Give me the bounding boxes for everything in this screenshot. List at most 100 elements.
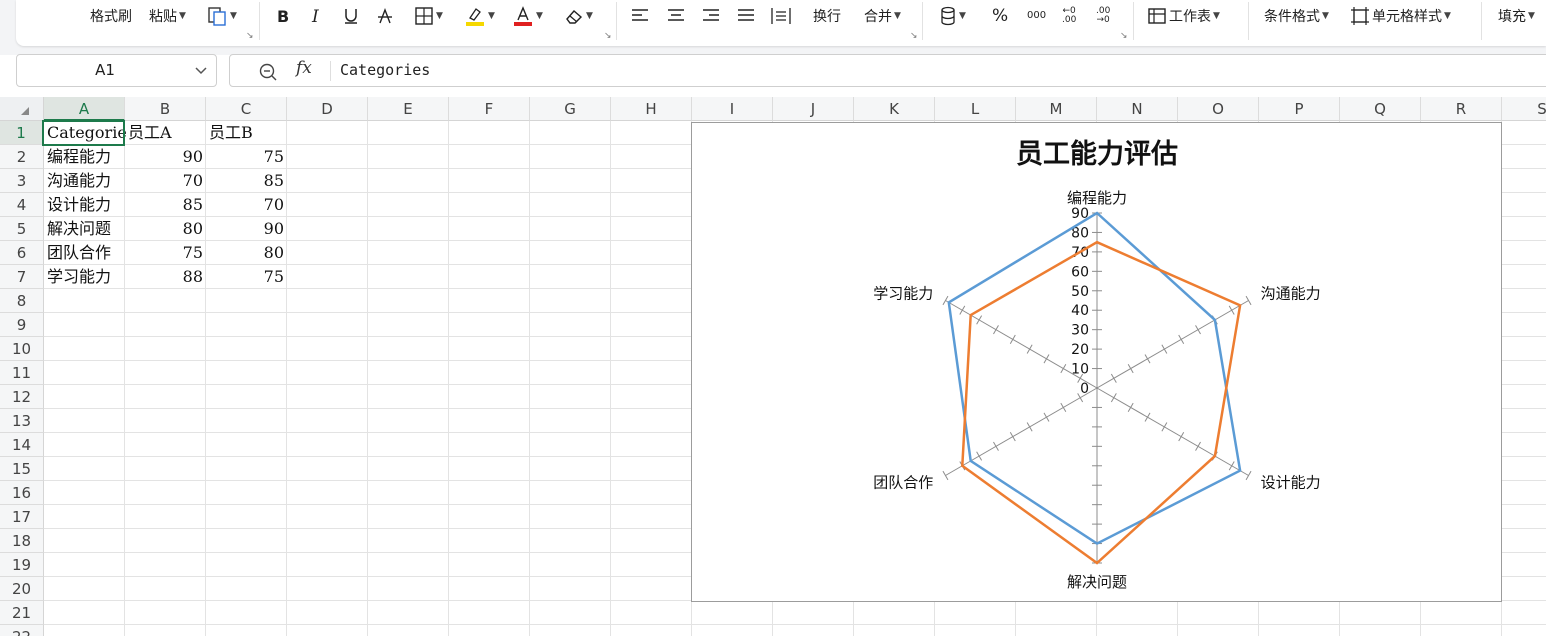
number-format-button[interactable]: ▼ bbox=[939, 4, 966, 28]
column-header-e[interactable]: E bbox=[368, 97, 449, 121]
column-header-c[interactable]: C bbox=[206, 97, 287, 121]
align-right-button[interactable] bbox=[701, 4, 721, 28]
select-all-corner[interactable] bbox=[0, 97, 44, 121]
cell-c1[interactable]: 员工B bbox=[206, 121, 287, 145]
cell-c2[interactable]: 75 bbox=[206, 145, 287, 169]
distribute-button[interactable] bbox=[770, 4, 792, 28]
increase-decimal-button[interactable]: ←0 .00 bbox=[1062, 4, 1076, 28]
row-header-22[interactable]: 22 bbox=[0, 625, 44, 636]
conditional-format-button[interactable]: 条件格式 ▼ bbox=[1264, 4, 1329, 28]
row-header-15[interactable]: 15 bbox=[0, 457, 44, 481]
row-header-18[interactable]: 18 bbox=[0, 529, 44, 553]
row-header-1[interactable]: 1 bbox=[0, 121, 44, 145]
paste-button[interactable]: 粘贴 ▼ bbox=[149, 4, 186, 28]
clear-format-button[interactable]: ▼ bbox=[564, 4, 593, 28]
row-header-6[interactable]: 6 bbox=[0, 241, 44, 265]
cell-b5[interactable]: 80 bbox=[125, 217, 206, 241]
column-header-r[interactable]: R bbox=[1421, 97, 1502, 121]
zoom-out-icon[interactable] bbox=[258, 62, 278, 82]
clipboard-options-button[interactable]: ▼ bbox=[206, 4, 237, 28]
fill-button[interactable]: 填充 ▼ bbox=[1498, 4, 1535, 28]
italic-button[interactable]: I bbox=[308, 4, 326, 28]
font-launcher-icon[interactable]: ↘ bbox=[604, 31, 612, 41]
alignment-launcher-icon[interactable]: ↘ bbox=[910, 31, 918, 41]
justify-button[interactable] bbox=[736, 4, 756, 28]
row-header-5[interactable]: 5 bbox=[0, 217, 44, 241]
name-box[interactable]: A1 bbox=[16, 54, 217, 87]
column-header-s[interactable]: S bbox=[1502, 97, 1546, 121]
bold-button[interactable]: B bbox=[274, 4, 292, 28]
cell-a5[interactable]: 解决问题 bbox=[44, 217, 127, 241]
column-header-o[interactable]: O bbox=[1178, 97, 1259, 121]
merge-button[interactable]: 合并 ▼ bbox=[864, 4, 901, 28]
worksheet-button[interactable]: 工作表 ▼ bbox=[1147, 4, 1220, 28]
row-header-10[interactable]: 10 bbox=[0, 337, 44, 361]
column-header-l[interactable]: L bbox=[935, 97, 1016, 121]
font-color-button[interactable]: ▼ bbox=[512, 4, 543, 28]
cell-b7[interactable]: 88 bbox=[125, 265, 206, 289]
thousands-separator-button[interactable]: 000 bbox=[1027, 4, 1046, 28]
clipboard-launcher-icon[interactable]: ↘ bbox=[246, 31, 254, 41]
column-header-b[interactable]: B bbox=[125, 97, 206, 121]
cell-c5[interactable]: 90 bbox=[206, 217, 287, 241]
cell-c6[interactable]: 80 bbox=[206, 241, 287, 265]
function-icon[interactable]: fx bbox=[296, 58, 312, 78]
align-left-button[interactable] bbox=[630, 4, 650, 28]
row-header-21[interactable]: 21 bbox=[0, 601, 44, 625]
row-header-19[interactable]: 19 bbox=[0, 553, 44, 577]
row-header-8[interactable]: 8 bbox=[0, 289, 44, 313]
row-header-4[interactable]: 4 bbox=[0, 193, 44, 217]
radar-chart[interactable]: 员工能力评估 0 10 20 30 40 50 60 70 80 90 编程能力 沟通能力 设计能力 解决问… bbox=[691, 122, 1502, 602]
cell-c3[interactable]: 85 bbox=[206, 169, 287, 193]
cell-a3[interactable]: 沟通能力 bbox=[44, 169, 127, 193]
row-header-3[interactable]: 3 bbox=[0, 169, 44, 193]
cell-a7[interactable]: 学习能力 bbox=[44, 265, 127, 289]
format-painter-button[interactable]: 格式刷 bbox=[90, 4, 132, 28]
cell-c4[interactable]: 70 bbox=[206, 193, 287, 217]
wrap-text-button[interactable]: 换行 bbox=[813, 4, 841, 28]
cell-b1[interactable]: 员工A bbox=[125, 121, 206, 145]
cell-c7[interactable]: 75 bbox=[206, 265, 287, 289]
column-header-n[interactable]: N bbox=[1097, 97, 1178, 121]
row-header-13[interactable]: 13 bbox=[0, 409, 44, 433]
cell-a2[interactable]: 编程能力 bbox=[44, 145, 127, 169]
row-header-2[interactable]: 2 bbox=[0, 145, 44, 169]
column-header-q[interactable]: Q bbox=[1340, 97, 1421, 121]
underline-button[interactable] bbox=[342, 4, 360, 28]
row-header-9[interactable]: 9 bbox=[0, 313, 44, 337]
column-header-d[interactable]: D bbox=[287, 97, 368, 121]
column-header-g[interactable]: G bbox=[530, 97, 611, 121]
column-header-h[interactable]: H bbox=[611, 97, 692, 121]
column-header-a[interactable]: A bbox=[44, 97, 125, 121]
row-header-12[interactable]: 12 bbox=[0, 385, 44, 409]
formula-input[interactable]: Categories bbox=[340, 61, 430, 79]
column-header-m[interactable]: M bbox=[1016, 97, 1097, 121]
cell-b2[interactable]: 90 bbox=[125, 145, 206, 169]
row-header-16[interactable]: 16 bbox=[0, 481, 44, 505]
cell-b3[interactable]: 70 bbox=[125, 169, 206, 193]
cell-a4[interactable]: 设计能力 bbox=[44, 193, 127, 217]
row-header-14[interactable]: 14 bbox=[0, 433, 44, 457]
chevron-down-icon[interactable] bbox=[194, 62, 208, 80]
cell-b6[interactable]: 75 bbox=[125, 241, 206, 265]
strikethrough-button[interactable] bbox=[376, 4, 394, 28]
column-header-f[interactable]: F bbox=[449, 97, 530, 121]
column-header-k[interactable]: K bbox=[854, 97, 935, 121]
decrease-decimal-button[interactable]: .00 →0 bbox=[1096, 4, 1110, 28]
cell-a6[interactable]: 团队合作 bbox=[44, 241, 127, 265]
column-header-p[interactable]: P bbox=[1259, 97, 1340, 121]
highlight-button[interactable]: ▼ bbox=[464, 4, 495, 28]
align-center-button[interactable] bbox=[666, 4, 686, 28]
number-launcher-icon[interactable]: ↘ bbox=[1120, 31, 1128, 41]
row-header-17[interactable]: 17 bbox=[0, 505, 44, 529]
cell-a1[interactable]: Categories bbox=[44, 121, 127, 145]
borders-button[interactable]: ▼ bbox=[414, 4, 443, 28]
cell-style-button[interactable]: 单元格样式 ▼ bbox=[1350, 4, 1451, 28]
percent-button[interactable]: % bbox=[992, 4, 1008, 28]
row-header-11[interactable]: 11 bbox=[0, 361, 44, 385]
row-header-20[interactable]: 20 bbox=[0, 577, 44, 601]
column-header-j[interactable]: J bbox=[773, 97, 854, 121]
cell-b4[interactable]: 85 bbox=[125, 193, 206, 217]
column-header-i[interactable]: I bbox=[692, 97, 773, 121]
row-header-7[interactable]: 7 bbox=[0, 265, 44, 289]
